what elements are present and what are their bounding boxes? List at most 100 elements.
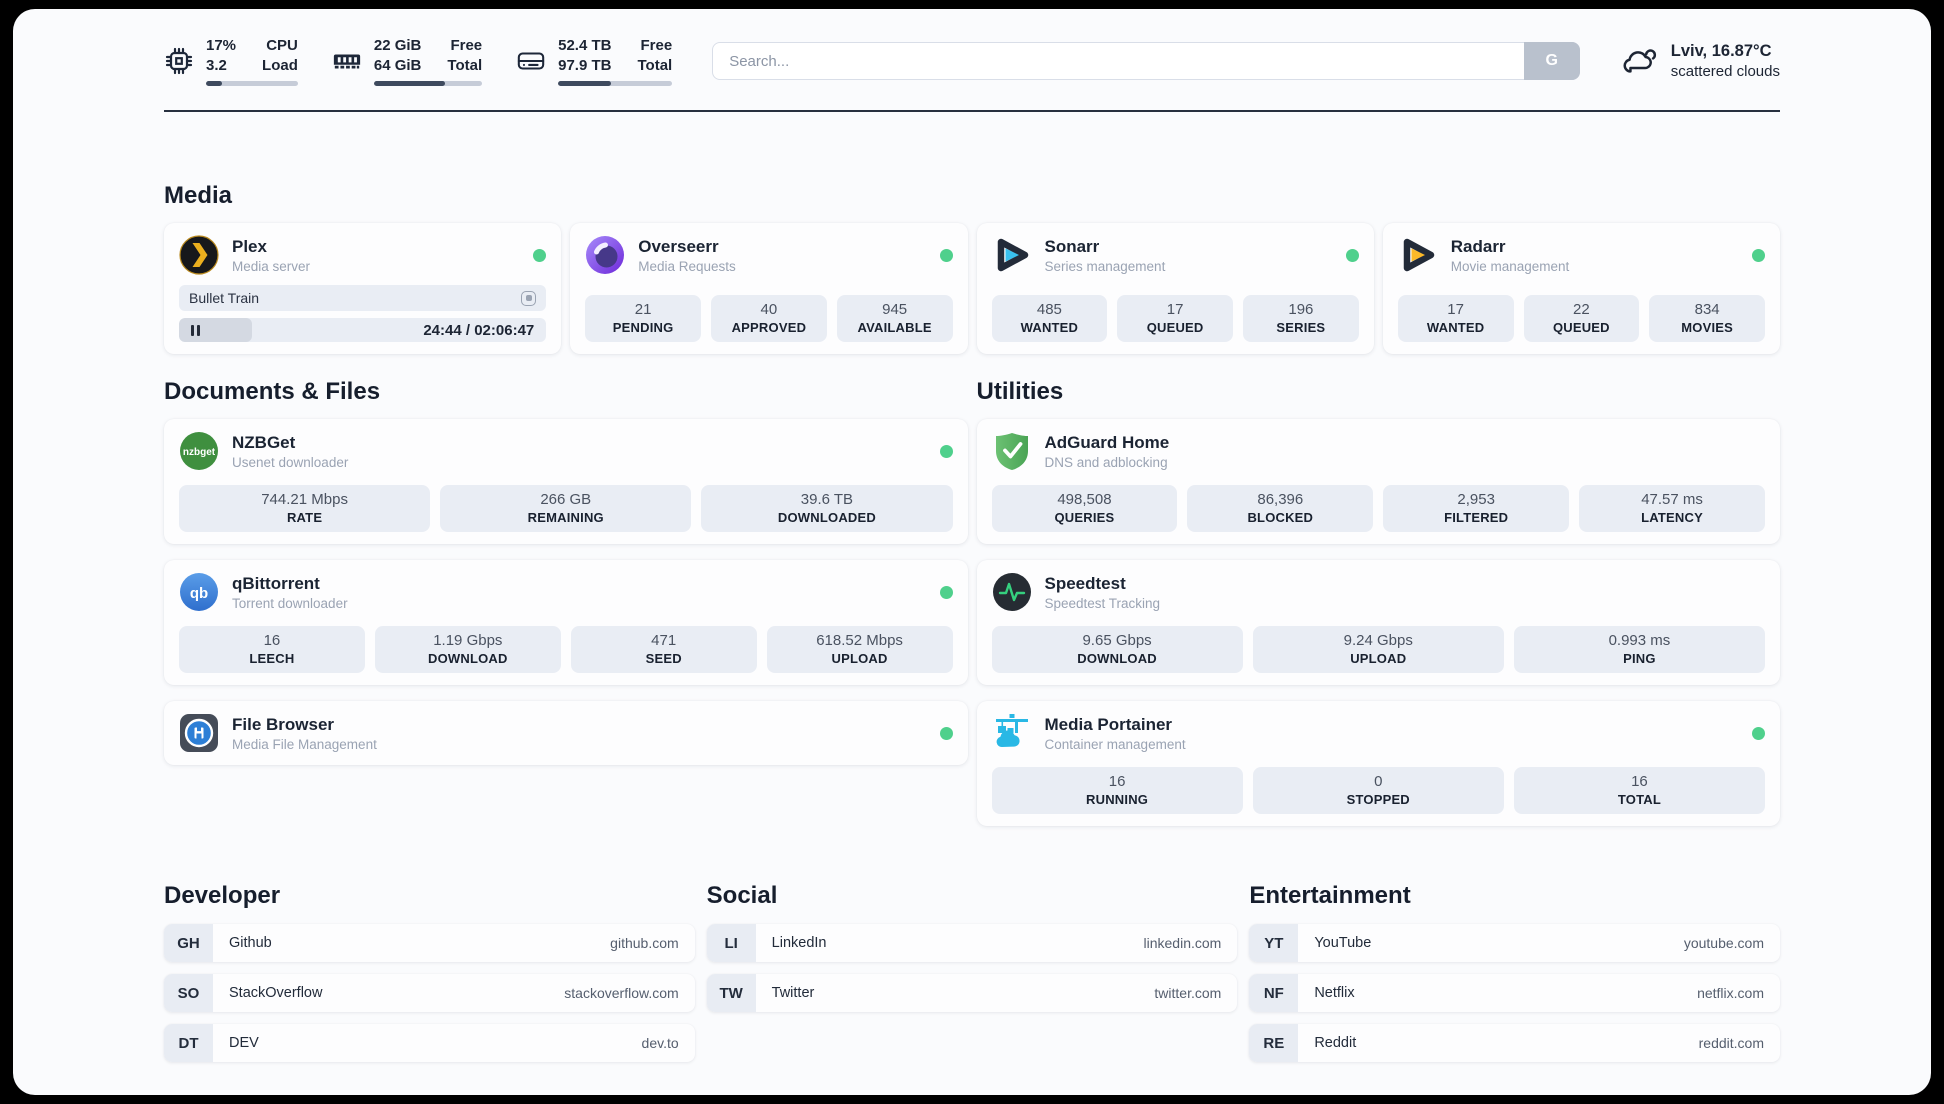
app-name: Speedtest bbox=[1044, 573, 1126, 593]
app-name: AdGuard Home bbox=[1044, 432, 1170, 452]
bookmark-row-twitter[interactable]: TW Twitter twitter.com bbox=[706, 974, 1238, 1012]
bookmark-abbr: TW bbox=[706, 974, 756, 1012]
bookmark-url: youtube.com bbox=[1683, 935, 1764, 951]
status-dot-online bbox=[939, 585, 953, 599]
search-engine-button[interactable]: G bbox=[1523, 42, 1580, 80]
stat-box-downloaded: 39.6 TB DOWNLOADED bbox=[701, 485, 953, 532]
nzbget-icon: nzbget bbox=[180, 432, 218, 470]
bookmark-row-linkedin[interactable]: LI LinkedIn linkedin.com bbox=[706, 924, 1238, 962]
bookmark-name: Github bbox=[229, 935, 272, 951]
card-overseerr[interactable]: Overseerr Media Requests 21 PENDING 40 A… bbox=[570, 223, 968, 354]
section-title-developer: Developer bbox=[164, 882, 281, 909]
cpu-usage-bar bbox=[206, 81, 298, 86]
section-title-entertainment: Entertainment bbox=[1249, 882, 1411, 909]
bookmark-url: linkedin.com bbox=[1143, 935, 1222, 951]
bookmark-url: twitter.com bbox=[1154, 985, 1222, 1001]
stat-box-stopped: 0 STOPPED bbox=[1252, 767, 1504, 814]
stat-box-movies: 834 MOVIES bbox=[1649, 295, 1765, 342]
app-name: File Browser bbox=[232, 714, 335, 734]
stat-box-download: 1.19 Gbps DOWNLOAD bbox=[374, 626, 561, 673]
stat-box-blocked: 86,396 BLOCKED bbox=[1187, 485, 1374, 532]
section-title-media: Media bbox=[164, 182, 233, 209]
bookmark-row-youtube[interactable]: YT YouTube youtube.com bbox=[1249, 924, 1780, 962]
stat-box-latency: 47.57 ms LATENCY bbox=[1579, 485, 1765, 532]
bookmark-name: DEV bbox=[229, 1035, 259, 1051]
memory-total-label: Total bbox=[447, 56, 483, 74]
bookmark-row-reddit[interactable]: RE Reddit reddit.com bbox=[1249, 1024, 1780, 1062]
stat-box-total: 16 TOTAL bbox=[1513, 767, 1766, 814]
bookmark-abbr: YT bbox=[1249, 924, 1299, 962]
now-playing-bar: Bullet Train bbox=[179, 285, 547, 311]
search-input[interactable] bbox=[712, 42, 1580, 80]
app-subtitle: Torrent downloader bbox=[232, 595, 348, 611]
cpu-load-value: 3.2 bbox=[206, 56, 227, 74]
system-stats: 17% 3.2 CPU Load 22 GiB 64 GiB Free Tota… bbox=[164, 36, 673, 86]
storage-free-value: 52.4 TB bbox=[558, 37, 612, 54]
stat-box-running: 16 RUNNING bbox=[991, 767, 1243, 814]
documents-column: Documents & Files nzbget NZBGet Usenet d… bbox=[164, 378, 968, 826]
card-adguard[interactable]: AdGuard Home DNS and adblocking 498,508 … bbox=[976, 419, 1780, 544]
playback-time: 24:44 / 02:06:47 bbox=[423, 321, 535, 339]
cpu-usage-label: CPU bbox=[266, 37, 298, 54]
app-name: Overseerr bbox=[638, 236, 719, 256]
bookmark-abbr: LI bbox=[706, 924, 756, 962]
app-subtitle: Media server bbox=[232, 258, 311, 274]
card-qbittorrent[interactable]: qb qBittorrent Torrent downloader 16 LEE… bbox=[164, 560, 968, 685]
storage-free-label: Free bbox=[640, 37, 673, 54]
app-subtitle: Usenet downloader bbox=[232, 454, 349, 470]
stat-box-leech: 16 LEECH bbox=[179, 626, 365, 673]
storage-icon bbox=[517, 52, 545, 70]
memory-free-label: Free bbox=[450, 37, 483, 54]
bookmark-abbr: DT bbox=[164, 1024, 213, 1062]
app-name: Media Portainer bbox=[1044, 714, 1173, 734]
bookmark-row-github[interactable]: GH Github github.com bbox=[164, 924, 695, 962]
card-filebrowser[interactable]: File Browser Media File Management bbox=[164, 701, 968, 765]
bookmark-row-netflix[interactable]: NF Netflix netflix.com bbox=[1249, 974, 1780, 1012]
bookmark-name: YouTube bbox=[1314, 935, 1372, 951]
bookmark-row-stackoverflow[interactable]: SO StackOverflow stackoverflow.com bbox=[164, 974, 695, 1012]
utilities-column: Utilities AdGuard Home DNS and adblockin… bbox=[976, 378, 1780, 826]
adguard-icon bbox=[995, 433, 1028, 470]
stat-box-wanted: 17 WANTED bbox=[1397, 295, 1514, 342]
radarr-icon bbox=[1403, 238, 1434, 272]
memory-usage-bar bbox=[373, 81, 483, 86]
plex-icon bbox=[179, 235, 219, 275]
card-plex[interactable]: Plex Media server Bullet Train 24:44 / 0… bbox=[164, 223, 562, 354]
stat-box-pending: 21 PENDING bbox=[585, 295, 701, 342]
card-nzbget[interactable]: nzbget NZBGet Usenet downloader 744.21 M… bbox=[164, 419, 968, 544]
bookmark-abbr: NF bbox=[1249, 974, 1299, 1012]
sonarr-icon bbox=[997, 238, 1028, 272]
app-name: Plex bbox=[232, 236, 267, 256]
status-dot-online bbox=[533, 248, 547, 262]
stat-box-seed: 471 SEED bbox=[570, 626, 757, 673]
bookmark-row-dev[interactable]: DT DEV dev.to bbox=[164, 1024, 695, 1062]
storage-usage-bar bbox=[558, 81, 673, 86]
now-playing-title: Bullet Train bbox=[189, 290, 260, 306]
portainer-icon bbox=[995, 714, 1028, 748]
app-name: Radarr bbox=[1450, 236, 1506, 256]
memory-stat: 22 GiB 64 GiB Free Total bbox=[332, 36, 483, 86]
bookmark-name: Reddit bbox=[1314, 1035, 1357, 1051]
card-speedtest[interactable]: Speedtest Speedtest Tracking 9.65 Gbps D… bbox=[976, 560, 1780, 685]
card-radarr[interactable]: Radarr Movie management 17 WANTED 22 QUE… bbox=[1382, 223, 1780, 354]
stat-box-approved: 40 APPROVED bbox=[711, 295, 827, 342]
stat-box-series: 196 SERIES bbox=[1243, 295, 1359, 342]
media-session-icon bbox=[521, 290, 537, 306]
card-portainer[interactable]: Media Portainer Container management 16 … bbox=[976, 701, 1780, 826]
bookmark-name: StackOverflow bbox=[229, 985, 323, 1001]
card-sonarr[interactable]: Sonarr Series management 485 WANTED 17 Q… bbox=[976, 223, 1374, 354]
scattered-clouds-icon bbox=[1623, 49, 1656, 73]
memory-icon bbox=[333, 54, 360, 69]
stat-box-available: 945 AVAILABLE bbox=[836, 295, 953, 342]
developer-bookmarks: Developer GH Github github.com SO StackO… bbox=[164, 882, 695, 1074]
svg-text:qb: qb bbox=[190, 585, 208, 602]
section-title-utilities: Utilities bbox=[976, 378, 1064, 405]
filebrowser-icon bbox=[180, 714, 218, 752]
topbar: 17% 3.2 CPU Load 22 GiB 64 GiB Free Tota… bbox=[164, 36, 1780, 86]
stat-box-wanted: 485 WANTED bbox=[991, 295, 1108, 342]
status-dot-online bbox=[1345, 248, 1359, 262]
memory-free-value: 22 GiB bbox=[373, 37, 422, 54]
svg-text:nzbget: nzbget bbox=[183, 447, 216, 458]
weather-widget: Lviv, 16.87°C scattered clouds bbox=[1620, 42, 1780, 80]
pause-icon[interactable] bbox=[191, 324, 200, 336]
